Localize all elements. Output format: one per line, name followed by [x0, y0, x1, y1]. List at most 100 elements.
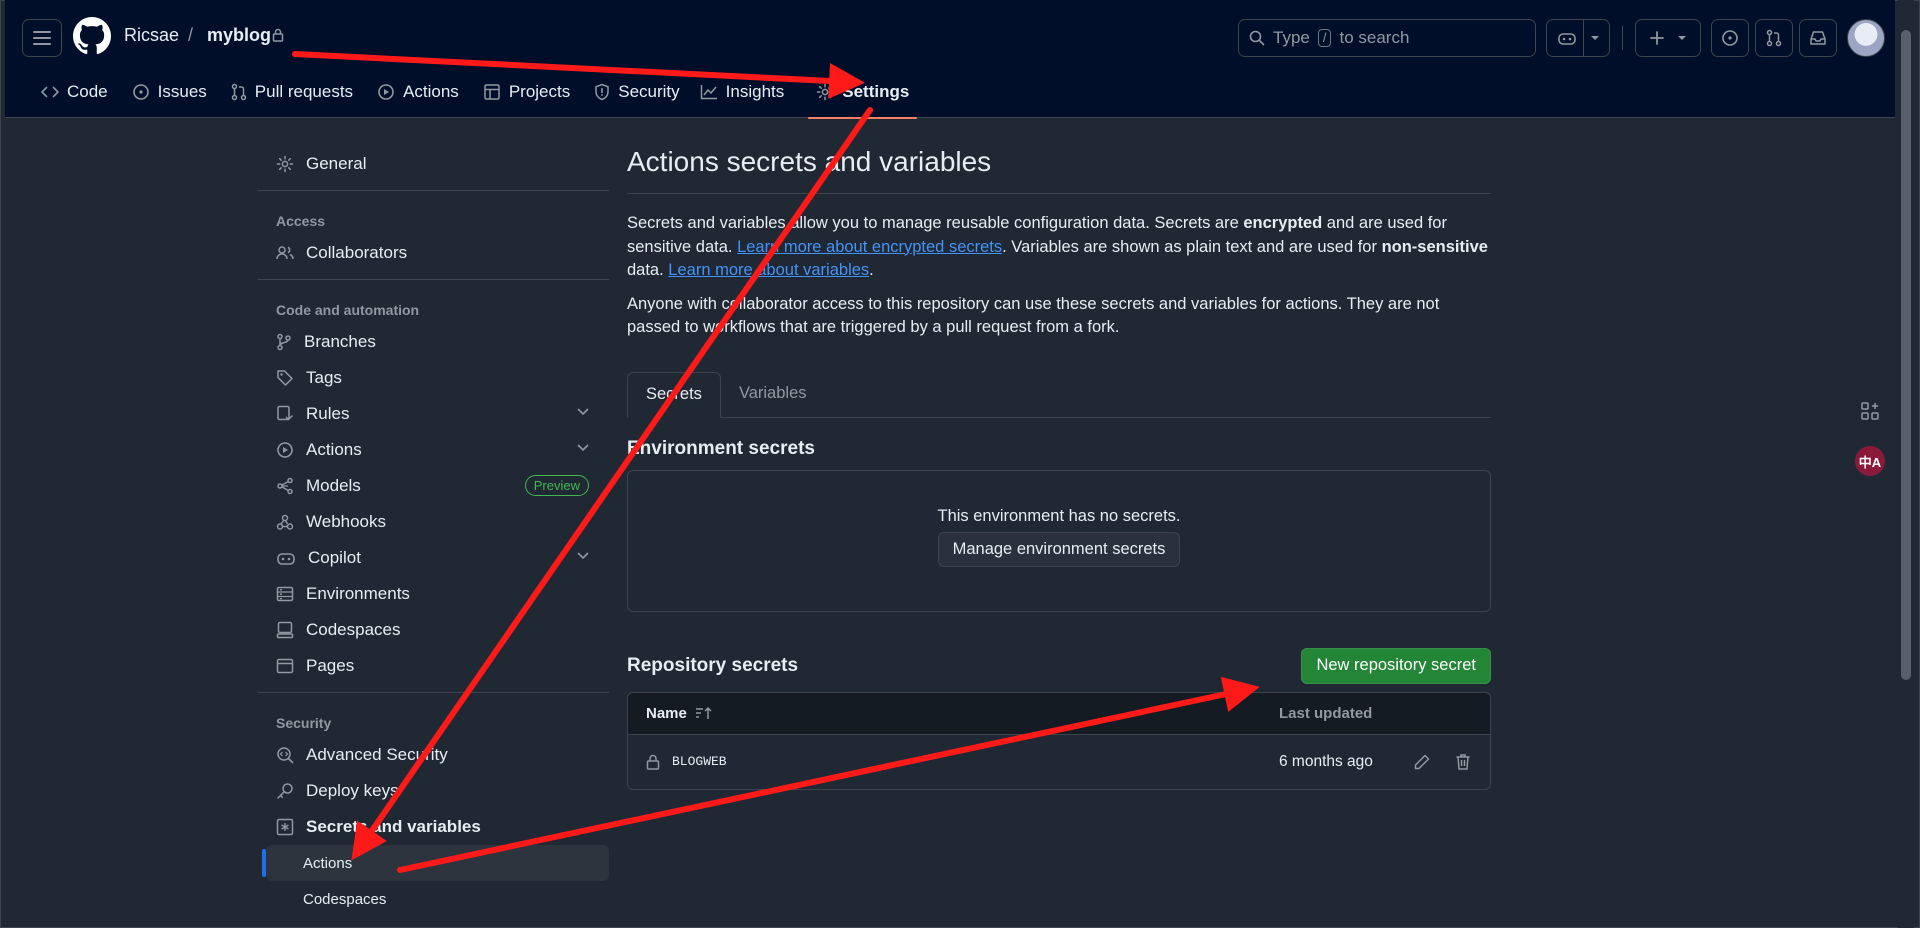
sidebar-item-advanced-security[interactable]: Advanced Security — [258, 737, 609, 773]
repository-secrets-header: Repository secrets New repository secret — [627, 647, 1491, 684]
create-new-button[interactable] — [1635, 19, 1701, 57]
chevron-down-icon — [1590, 36, 1599, 40]
header-divider — [1622, 26, 1623, 50]
chevron-down-icon — [1678, 36, 1686, 40]
sidebar-item-secrets-and-variables[interactable]: Secrets and variables — [258, 809, 609, 845]
sidebar-item-label: Tags — [306, 368, 342, 387]
sidebar-item-tags[interactable]: Tags — [258, 360, 609, 396]
column-last-updated-header: Last updated — [1279, 704, 1373, 722]
sidebar-heading-security: Security — [276, 715, 332, 731]
inbox-icon — [1810, 31, 1826, 45]
chevron-down-icon[interactable] — [577, 408, 589, 416]
search-placeholder-suffix: to search — [1339, 28, 1410, 47]
chevron-down-icon[interactable] — [577, 552, 589, 560]
intro-bold-encrypted: encrypted — [1243, 214, 1323, 232]
sidebar-item-label: Collaborators — [306, 243, 408, 262]
lock-icon — [272, 28, 284, 42]
your-pull-requests-button[interactable] — [1755, 19, 1793, 57]
sidebar-item-webhooks[interactable]: Webhooks — [258, 504, 609, 540]
main-content: Actions secrets and variables Secrets an… — [627, 146, 1491, 790]
search-shortcut-key: / — [1317, 29, 1332, 47]
pull-request-icon — [231, 83, 247, 101]
tab-label: Projects — [508, 82, 571, 101]
sidebar-item-label: Secrets and variables — [306, 817, 481, 836]
chevron-down-icon[interactable] — [577, 444, 589, 452]
tab-label: Security — [618, 82, 680, 101]
pencil-icon[interactable] — [1413, 753, 1431, 771]
sidebar-item-pages[interactable]: Pages — [258, 648, 609, 684]
branch-icon — [277, 333, 291, 351]
notifications-button[interactable] — [1799, 19, 1837, 57]
column-name-header[interactable]: Name — [646, 705, 687, 722]
tab-code[interactable]: Code — [31, 76, 118, 108]
intro-paragraph: Secrets and variables allow you to manag… — [627, 212, 1491, 283]
tab-security[interactable]: Security — [584, 76, 689, 108]
sidebar-item-copilot[interactable]: Copilot — [258, 540, 609, 576]
play-icon — [378, 84, 394, 100]
tab-actions[interactable]: Actions — [367, 76, 469, 108]
sidebar-item-deploy-keys[interactable]: Deploy keys — [258, 773, 609, 809]
shield-icon — [595, 83, 609, 101]
breadcrumb-repo[interactable]: myblog — [207, 25, 271, 46]
scrollbar-thumb[interactable] — [1901, 30, 1911, 680]
sidebar-item-label: Environments — [306, 584, 410, 603]
sidebar-subitem-codespaces[interactable]: Codespaces — [258, 881, 609, 917]
new-repository-secret-button[interactable]: New repository secret — [1301, 647, 1491, 684]
sort-ascending-icon[interactable] — [695, 706, 713, 720]
sidebar-heading-access: Access — [276, 213, 326, 229]
settings-sidebar: General Access Collaborators Code and au… — [258, 146, 609, 917]
issue-icon — [132, 84, 149, 100]
sidebar-item-label: Pages — [306, 656, 355, 675]
menu-button[interactable] — [22, 19, 62, 57]
global-header: Ricsae / myblog Type / to search Code Is… — [5, 0, 1895, 119]
preview-badge: Preview — [524, 475, 589, 496]
tab-settings[interactable]: Settings — [806, 76, 919, 119]
github-logo-icon[interactable] — [73, 17, 111, 55]
sidebar-divider — [258, 692, 609, 693]
sidebar-item-environments[interactable]: Environments — [258, 576, 609, 612]
intro-text: . Variables are shown as plain text and … — [1002, 237, 1382, 256]
tag-icon — [277, 370, 293, 386]
sidebar-item-rules[interactable]: Rules — [258, 396, 609, 432]
sidebar-item-actions[interactable]: Actions — [258, 432, 609, 468]
sidebar-item-codespaces[interactable]: Codespaces — [258, 612, 609, 648]
copilot-button[interactable] — [1546, 19, 1610, 57]
sidebar-item-label: Webhooks — [306, 512, 387, 531]
models-icon — [277, 477, 293, 495]
translate-icon: 中A — [1858, 454, 1882, 470]
play-icon — [277, 442, 293, 458]
search-icon — [1249, 30, 1265, 46]
your-issues-button[interactable] — [1711, 19, 1749, 57]
tab-secrets[interactable]: Secrets — [627, 371, 721, 418]
avatar[interactable] — [1847, 19, 1885, 57]
table-row: BLOGWEB 6 months ago — [628, 735, 1490, 789]
secret-name: BLOGWEB — [672, 754, 727, 769]
tab-issues[interactable]: Issues — [122, 76, 217, 108]
browser-icon — [276, 658, 294, 674]
trash-icon[interactable] — [1455, 753, 1471, 771]
tab-insights[interactable]: Insights — [690, 76, 795, 108]
sidebar-subitem-actions[interactable]: Actions — [262, 845, 609, 881]
apps-widget-button[interactable] — [1855, 396, 1885, 426]
sidebar-item-label: General — [306, 154, 367, 173]
search-input[interactable]: Type / to search — [1238, 19, 1536, 57]
learn-more-variables-link[interactable]: Learn more about variables — [668, 261, 869, 279]
gear-icon — [817, 83, 834, 101]
codescan-icon — [277, 747, 294, 764]
breadcrumb-owner[interactable]: Ricsae — [124, 25, 179, 46]
learn-more-secrets-link[interactable]: Learn more about encrypted secrets — [737, 238, 1002, 256]
sidebar-item-collaborators[interactable]: Collaborators — [258, 235, 609, 271]
sidebar-divider — [258, 190, 609, 191]
tab-pull-requests[interactable]: Pull requests — [221, 76, 363, 108]
translate-widget-button[interactable]: 中A — [1855, 446, 1885, 476]
sidebar-item-branches[interactable]: Branches — [258, 324, 609, 360]
tab-projects[interactable]: Projects — [473, 76, 580, 108]
page-title: Actions secrets and variables — [627, 146, 1491, 194]
sidebar-item-models[interactable]: Models Preview — [258, 468, 609, 504]
manage-environment-secrets-button[interactable]: Manage environment secrets — [937, 531, 1181, 567]
repository-secrets-heading: Repository secrets — [627, 654, 799, 676]
people-icon — [276, 246, 294, 260]
key-icon — [277, 783, 293, 799]
sidebar-item-general[interactable]: General — [258, 146, 609, 182]
tab-variables[interactable]: Variables — [721, 371, 825, 417]
